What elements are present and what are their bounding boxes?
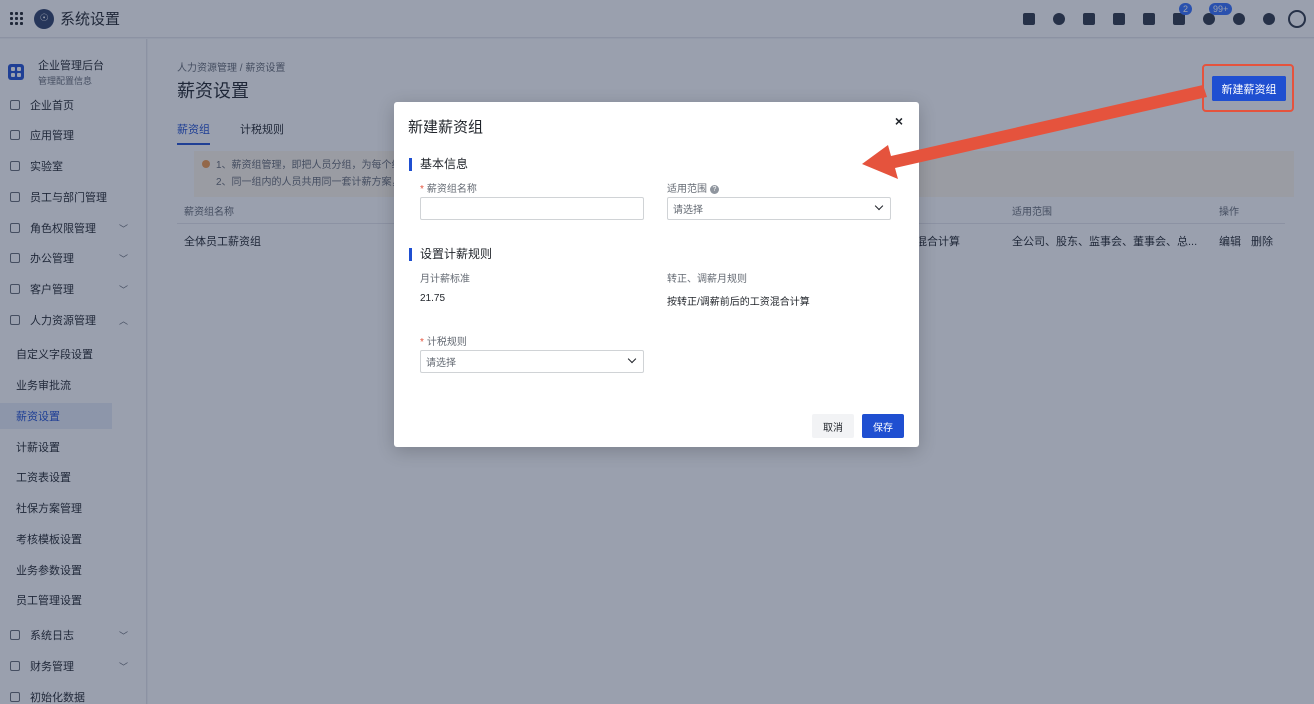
required-mark: * <box>420 184 424 195</box>
section-pay-rules: 设置计薪规则 <box>409 248 492 261</box>
new-salary-group-button-highlighted[interactable]: 新建薪资组 <box>1212 76 1286 101</box>
scope-label-text: 适用范围 <box>667 184 707 195</box>
section-basic-info: 基本信息 <box>409 158 468 171</box>
monthly-standard-value: 21.75 <box>420 293 446 304</box>
adjust-rule-label: 转正、调薪月规则 <box>667 274 747 285</box>
close-icon[interactable]: × <box>895 113 903 129</box>
tax-rule-label-text: 计税规则 <box>426 337 467 348</box>
cancel-button[interactable]: 取消 <box>812 414 854 438</box>
chevron-down-icon <box>874 201 884 211</box>
tax-rule-label: * 计税规则 <box>420 333 467 348</box>
required-mark: * <box>420 337 424 348</box>
scope-select-value: 请选择 <box>673 205 703 216</box>
scope-label: 适用范围? <box>667 180 719 195</box>
dialog-title: 新建薪资组 <box>408 119 484 136</box>
save-button[interactable]: 保存 <box>862 414 904 438</box>
name-label-text: 薪资组名称 <box>426 184 477 195</box>
chevron-down-icon <box>627 354 637 364</box>
question-icon[interactable]: ? <box>710 184 719 194</box>
new-salary-group-dialog: 新建薪资组 × 基本信息 * 薪资组名称 适用范围? 请选择 设置计薪规则 月计薪… <box>394 102 919 447</box>
adjust-rule-value: 按转正/调薪前后的工资混合计算 <box>667 297 810 308</box>
monthly-standard-label: 月计薪标准 <box>420 274 470 285</box>
scope-select[interactable]: 请选择 <box>667 197 891 220</box>
salary-group-name-input[interactable] <box>420 197 644 220</box>
tax-rule-select-value: 请选择 <box>426 358 456 369</box>
tax-rule-select[interactable]: 请选择 <box>420 350 644 373</box>
name-label: * 薪资组名称 <box>420 180 477 195</box>
